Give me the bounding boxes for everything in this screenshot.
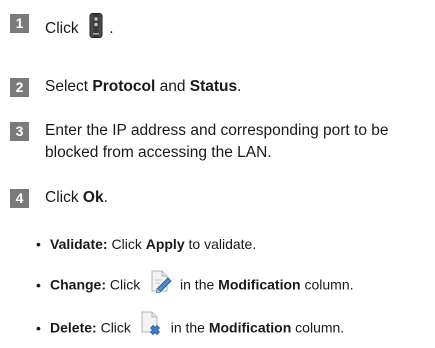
step-number: 4 (10, 189, 29, 208)
bullet-dot: • (36, 276, 41, 293)
step-number: 3 (10, 122, 29, 141)
bullet-dot: • (36, 236, 41, 252)
device-icon[interactable] (89, 13, 103, 45)
step-text: Select Protocol and Status. (45, 78, 242, 95)
bullet-dot: • (36, 319, 41, 336)
edit-icon[interactable] (148, 269, 172, 297)
bullet-change: • Change: Click in the Modification colum… (36, 270, 354, 297)
step-text: Click . (45, 13, 431, 45)
bullet-delete: • Delete: Click in the Modification colum… (36, 311, 344, 341)
step-text: Enter the IP address and corresponding p… (45, 122, 389, 161)
bullet-validate: • Validate: Click Apply to validate. (36, 236, 257, 252)
step-text: Click Ok. (45, 189, 108, 206)
step-number: 2 (10, 78, 29, 97)
step-number: 1 (10, 14, 29, 33)
delete-icon[interactable] (139, 311, 163, 341)
